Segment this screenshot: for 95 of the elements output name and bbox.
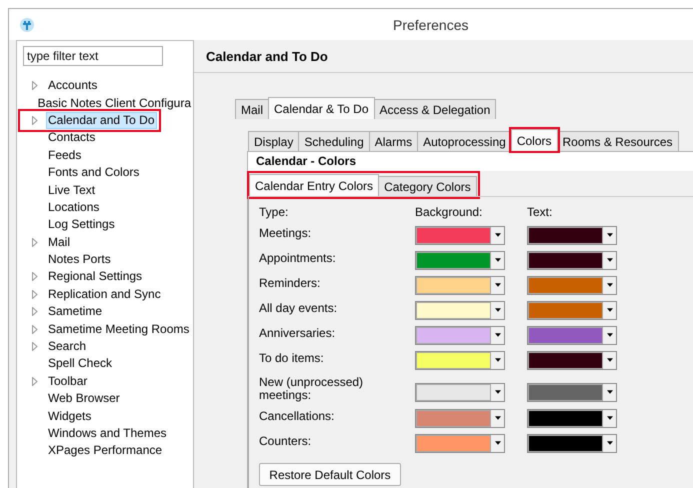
row-label: Appointments: <box>259 250 337 267</box>
filter-field[interactable]: type filter text <box>23 46 163 66</box>
row-label: Counters: <box>259 433 312 450</box>
tree-item[interactable]: Sametime <box>46 303 104 320</box>
color-dropdown[interactable] <box>415 408 505 428</box>
tree-item[interactable]: Feeds <box>46 146 84 164</box>
caret-icon <box>606 390 612 394</box>
color-dropdown[interactable] <box>527 226 617 244</box>
expand-arrow-icon[interactable] <box>32 376 38 386</box>
row-label: Reminders: <box>259 275 322 292</box>
tab[interactable]: Scheduling <box>298 131 370 151</box>
tree-item[interactable]: Locations <box>46 198 102 216</box>
row-label: To do items: <box>259 350 325 367</box>
tree-item[interactable]: Contacts <box>46 129 98 146</box>
row-label: Meetings: <box>259 225 312 242</box>
caret-icon <box>494 283 500 287</box>
caret-icon <box>606 308 612 312</box>
tree-item[interactable]: Basic Notes Client Configura <box>36 94 193 112</box>
caret-icon <box>606 233 612 237</box>
tree-item[interactable]: Windows and Themes <box>46 425 168 442</box>
tree-item[interactable]: Fonts and Colors <box>46 164 142 182</box>
expand-arrow-icon[interactable] <box>32 342 38 352</box>
tree-item[interactable]: Spell Check <box>46 355 114 372</box>
caret-icon <box>494 333 500 337</box>
caret-icon <box>494 441 500 445</box>
column-header: Type: <box>259 205 290 221</box>
caret-icon <box>606 283 612 287</box>
expand-arrow-icon[interactable] <box>32 81 38 90</box>
row-label: Cancellations: <box>259 408 336 425</box>
caret-icon <box>606 441 612 445</box>
color-dropdown[interactable] <box>527 250 617 270</box>
color-dropdown[interactable] <box>527 300 617 320</box>
color-dropdown[interactable] <box>415 326 505 344</box>
column-header: Background: <box>415 205 484 221</box>
tab[interactable]: Alarms <box>368 131 418 151</box>
caret-icon <box>606 333 612 337</box>
color-dropdown[interactable] <box>527 276 617 294</box>
tree-item[interactable]: Replication and Sync <box>46 286 163 303</box>
tree-item[interactable]: Sametime Meeting Rooms <box>46 320 192 338</box>
tree-item[interactable]: Log Settings <box>46 216 117 234</box>
restore-defaults-button[interactable]: Restore Default Colors <box>259 463 401 486</box>
tab[interactable]: Access & Delegation <box>374 99 496 119</box>
tree-item[interactable]: Mail <box>46 234 72 251</box>
tree-item[interactable]: Regional Settings <box>46 268 144 286</box>
tab[interactable]: Category Colors <box>378 176 477 196</box>
color-dropdown[interactable] <box>415 276 505 294</box>
tree-item[interactable]: Web Browser <box>46 390 122 408</box>
color-dropdown[interactable] <box>527 382 617 402</box>
page-title: Calendar and To Do <box>206 48 328 64</box>
tree-item[interactable]: Toolbar <box>46 372 90 390</box>
expand-arrow-icon[interactable] <box>32 272 38 282</box>
tab[interactable]: Colors <box>510 129 558 151</box>
tree-item[interactable]: Notes Ports <box>46 251 113 268</box>
section-title: Calendar - Colors <box>256 154 356 168</box>
color-dropdown[interactable] <box>415 300 505 320</box>
caret-icon <box>494 233 500 237</box>
tab[interactable]: Calendar Entry Colors <box>249 174 380 196</box>
caret-icon <box>494 258 500 262</box>
row-label: New (unprocessed) meetings: <box>259 374 364 404</box>
window-title: Preferences <box>393 16 468 32</box>
color-dropdown[interactable] <box>415 382 505 402</box>
tree-item[interactable]: Calendar and To Do <box>46 112 157 129</box>
caret-icon <box>494 308 500 312</box>
color-dropdown[interactable] <box>415 226 505 244</box>
expand-arrow-icon[interactable] <box>32 116 38 125</box>
caret-icon <box>606 416 612 420</box>
tab[interactable]: Display <box>248 131 300 151</box>
tree-item[interactable]: Search <box>46 338 88 356</box>
color-dropdown[interactable] <box>527 350 617 370</box>
caret-icon <box>494 416 500 420</box>
app-icon <box>19 16 35 32</box>
tree-item[interactable]: XPages Performance <box>46 442 164 460</box>
color-dropdown[interactable] <box>527 408 617 428</box>
expand-arrow-icon[interactable] <box>32 290 38 299</box>
row-label: All day events: <box>259 300 338 317</box>
caret-icon <box>494 390 500 394</box>
row-label: Anniversaries: <box>259 325 336 342</box>
caret-icon <box>494 358 500 362</box>
color-dropdown[interactable] <box>415 434 505 452</box>
tree-item[interactable]: Live Text <box>46 182 98 199</box>
tree-item[interactable]: Widgets <box>46 408 94 425</box>
tree-item[interactable]: Accounts <box>46 77 100 94</box>
color-dropdown[interactable] <box>415 250 505 270</box>
tab[interactable]: Calendar & To Do <box>268 97 375 119</box>
color-dropdown[interactable] <box>415 350 505 370</box>
tab[interactable]: Mail <box>235 99 270 119</box>
color-dropdown[interactable] <box>527 434 617 452</box>
color-dropdown[interactable] <box>527 326 617 344</box>
expand-arrow-icon[interactable] <box>32 324 38 334</box>
expand-arrow-icon[interactable] <box>32 238 38 247</box>
caret-icon <box>606 258 612 262</box>
caret-icon <box>606 358 612 362</box>
column-header: Text: <box>527 205 554 221</box>
expand-arrow-icon[interactable] <box>32 307 38 316</box>
tab[interactable]: Autoprocessing <box>417 131 512 151</box>
